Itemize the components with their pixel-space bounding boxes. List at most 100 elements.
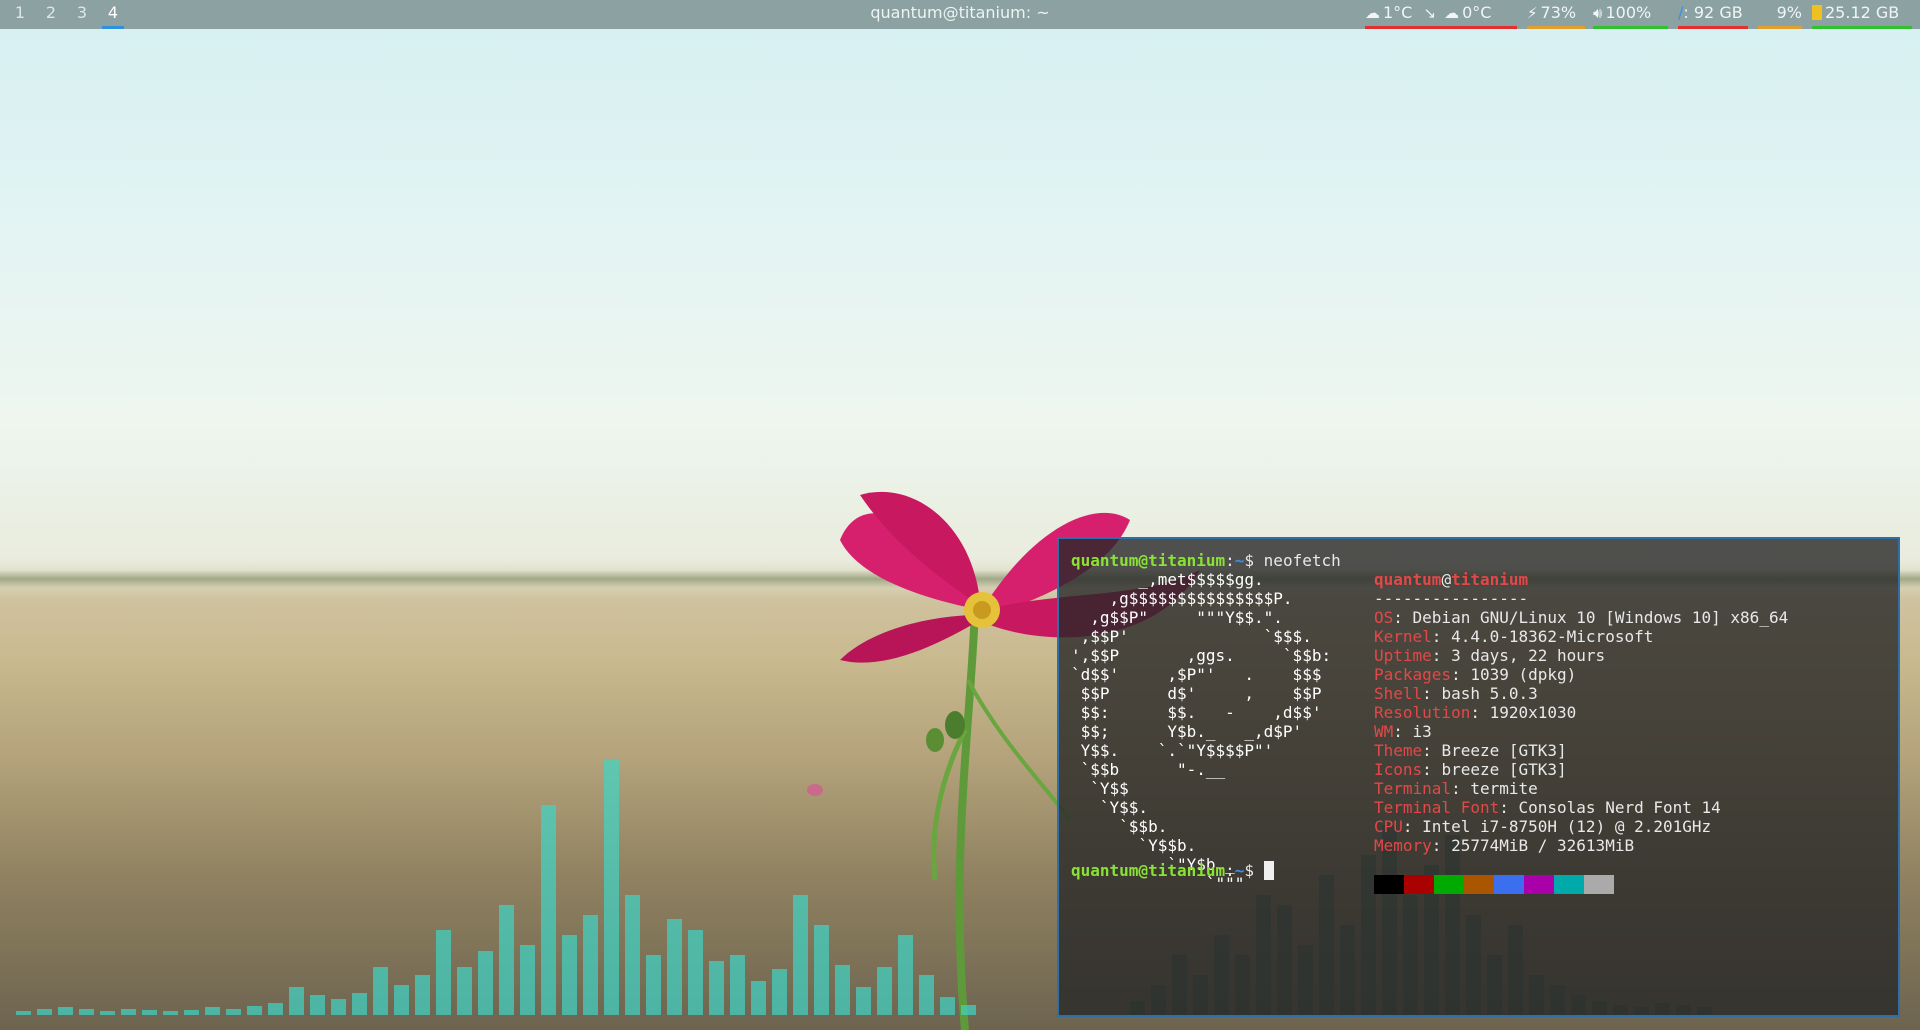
info-colon: : <box>1402 817 1423 836</box>
info-value: 1920x1030 <box>1489 703 1577 722</box>
visualizer-bar <box>205 1007 220 1015</box>
visualizer-bar <box>331 999 346 1015</box>
visualizer-bar <box>415 975 430 1015</box>
memory-icon <box>1812 5 1822 20</box>
visualizer-bar <box>436 930 451 1015</box>
visualizer-bar <box>352 993 367 1015</box>
palette-swatch <box>1584 875 1614 894</box>
memory-widget[interactable]: 25.12 GB <box>1812 0 1912 29</box>
visualizer-bar <box>625 895 640 1015</box>
info-value: 1039 (dpkg) <box>1470 665 1577 684</box>
info-colon: : <box>1422 741 1442 760</box>
prompt-user: quantum@titanium <box>1071 861 1226 880</box>
palette-swatch <box>1554 875 1584 894</box>
cloud-icon: ☁ <box>1444 4 1460 22</box>
info-value: i3 <box>1412 722 1432 741</box>
workspace-1[interactable]: 1 <box>7 0 33 29</box>
visualizer-bar <box>142 1010 157 1015</box>
info-value: termite <box>1470 779 1538 798</box>
info-key: CPU <box>1374 817 1403 836</box>
visualizer-bar <box>58 1007 73 1015</box>
battery-widget[interactable]: ⚡ 73% <box>1527 0 1585 29</box>
info-key: Uptime <box>1374 646 1432 665</box>
info-colon: : <box>1422 684 1442 703</box>
palette-swatch <box>1404 875 1434 894</box>
info-colon: : <box>1431 646 1452 665</box>
info-row-os: OS: Debian GNU/Linux 10 [Windows 10] x86… <box>1374 608 1788 627</box>
visualizer-bar <box>184 1010 199 1015</box>
disk-underline <box>1678 26 1748 29</box>
info-key: Theme <box>1374 741 1423 760</box>
info-value: Intel i7-8750H (12) @ 2.201GHz <box>1422 817 1712 836</box>
visualizer-bar <box>709 961 724 1015</box>
palette-swatch <box>1524 875 1554 894</box>
visualizer-bar <box>394 985 409 1015</box>
prompt-user: quantum@titanium <box>1071 551 1226 570</box>
visualizer-bar <box>79 1009 94 1015</box>
visualizer-bar <box>604 760 619 1015</box>
visualizer-bar <box>226 1009 241 1015</box>
command-line: quantum@titanium:~$ neofetch <box>1071 551 1341 570</box>
info-colon: : <box>1422 760 1442 779</box>
prompt-line[interactable]: quantum@titanium:~$ <box>1071 861 1274 880</box>
info-row-shell: Shell: bash 5.0.3 <box>1374 684 1788 703</box>
info-key: Terminal <box>1374 779 1452 798</box>
info-key: WM <box>1374 722 1394 741</box>
info-row-terminal-font: Terminal Font: Consolas Nerd Font 14 <box>1374 798 1788 817</box>
info-value: bash 5.0.3 <box>1441 684 1538 703</box>
terminal-window[interactable]: quantum@titanium:~$ neofetch _,met$$$$$g… <box>1057 537 1900 1017</box>
info-colon: : <box>1431 627 1452 646</box>
visualizer-bar <box>247 1006 262 1015</box>
info-value: 4.4.0-18362-Microsoft <box>1451 627 1654 646</box>
visualizer-bar <box>499 905 514 1015</box>
info-key: Terminal Font <box>1374 798 1500 817</box>
visualizer-bar <box>562 935 577 1015</box>
info-value: 3 days, 22 hours <box>1451 646 1606 665</box>
visualizer-bar <box>289 987 304 1015</box>
visualizer-bar <box>268 1003 283 1015</box>
palette-swatch <box>1374 875 1404 894</box>
visualizer-bar <box>667 919 682 1015</box>
info-colon: : <box>1451 665 1471 684</box>
battery-underline <box>1527 26 1585 29</box>
info-value: Consolas Nerd Font 14 <box>1518 798 1721 817</box>
visualizer-bar <box>163 1011 178 1015</box>
command-text: neofetch <box>1263 551 1341 570</box>
info-colon: : <box>1451 779 1471 798</box>
info-colon: : <box>1431 836 1452 855</box>
system-info: quantum@titanium ---------------- OS: De… <box>1374 570 1788 855</box>
visualizer-bar <box>541 805 556 1015</box>
speaker-icon: 🔊︎ <box>1593 4 1603 22</box>
info-colon: : <box>1393 608 1413 627</box>
visualizer-bar <box>583 915 598 1015</box>
visualizer-bar <box>520 945 535 1015</box>
info-row-packages: Packages: 1039 (dpkg) <box>1374 665 1788 684</box>
info-colon: : <box>1393 722 1413 741</box>
info-row-resolution: Resolution: 1920x1030 <box>1374 703 1788 722</box>
palette-swatch <box>1494 875 1524 894</box>
info-value: 25774MiB / 32613MiB <box>1451 836 1635 855</box>
workspace-2[interactable]: 2 <box>38 0 64 29</box>
info-key: Shell <box>1374 684 1423 703</box>
info-row-memory: Memory: 25774MiB / 32613MiB <box>1374 836 1788 855</box>
prompt-path: ~ <box>1234 861 1245 880</box>
text-cursor <box>1263 861 1274 880</box>
workspace-3[interactable]: 3 <box>69 0 95 29</box>
active-workspace-indicator <box>102 26 124 29</box>
top-bar: 1 2 3 4 quantum@titanium: ~ ☁ 1°C ↘ ☁ 0°C … <box>0 0 1920 29</box>
color-palette <box>1374 875 1614 894</box>
disk-widget[interactable]: /: 92 GB <box>1678 0 1748 29</box>
workspace-4[interactable]: 4 <box>100 0 126 29</box>
cpu-widget[interactable]: 9% <box>1758 0 1802 29</box>
info-row-kernel: Kernel: 4.4.0-18362-Microsoft <box>1374 627 1788 646</box>
info-colon: : <box>1470 703 1490 722</box>
visualizer-bar <box>457 967 472 1015</box>
palette-swatch <box>1464 875 1494 894</box>
info-row-terminal: Terminal: termite <box>1374 779 1788 798</box>
info-key: Packages <box>1374 665 1452 684</box>
info-header: quantum@titanium <box>1374 570 1529 589</box>
volume-widget[interactable]: 🔊︎ 100% <box>1593 0 1668 29</box>
visualizer-bar <box>37 1009 52 1015</box>
info-separator: ---------------- <box>1374 589 1529 608</box>
weather-widget[interactable]: ☁ 1°C ↘ ☁ 0°C <box>1365 0 1517 29</box>
